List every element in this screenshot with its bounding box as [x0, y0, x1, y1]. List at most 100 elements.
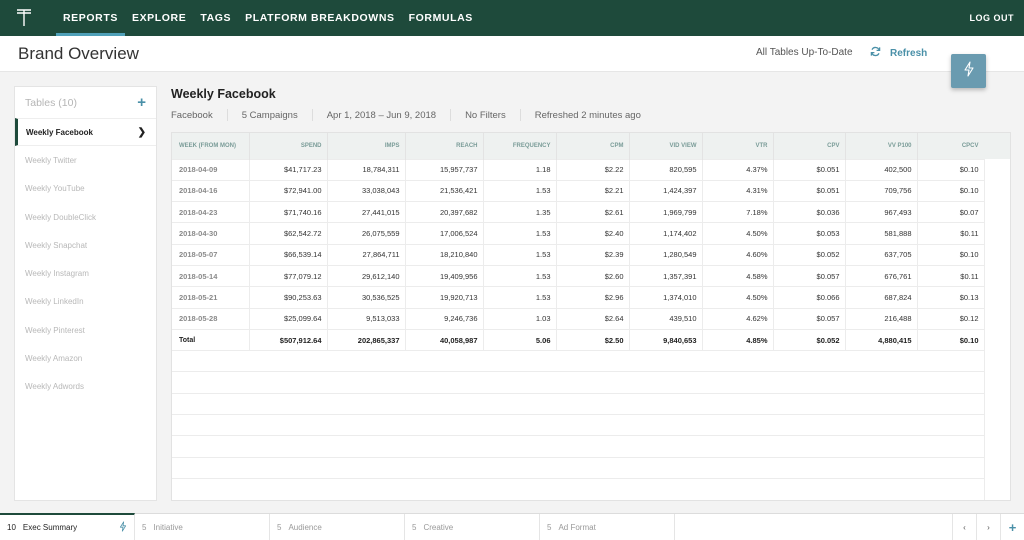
sidebar-item-weekly-snapchat[interactable]: Weekly Snapchat — [15, 231, 156, 259]
table-cell: $66,539.14 — [249, 243, 328, 266]
table-cell: 1.03 — [483, 307, 557, 330]
table-cell: $2.64 — [556, 307, 630, 330]
table-cell: 676,761 — [845, 264, 918, 287]
table-cell: 581,888 — [845, 222, 918, 245]
tab-label: Creative — [423, 523, 454, 532]
table-cell: $2.40 — [556, 222, 630, 245]
table-cell: 1.18 — [483, 158, 557, 181]
nav-tab-tags[interactable]: TAGS — [193, 0, 238, 36]
table-cell: 33,038,043 — [327, 179, 406, 202]
logout-button[interactable]: LOG OUT — [970, 13, 1015, 23]
table-cell: $72,941.00 — [249, 179, 328, 202]
sidebar-item-weekly-twitter[interactable]: Weekly Twitter — [15, 146, 156, 174]
bottom-tab-bar: 10 Exec Summary 5 Initiative 5 Audience … — [0, 513, 1024, 540]
add-table-button[interactable]: + — [137, 95, 146, 110]
empty-row — [172, 435, 984, 458]
week-cell: 2018-04-30 — [172, 222, 250, 245]
total-cell: 5.06 — [483, 328, 557, 351]
logo-icon[interactable] — [0, 0, 48, 36]
table-row: 2018-05-14 $77,079.12 29,612,140 19,409,956… — [172, 264, 985, 287]
table-cell: 9,513,033 — [327, 307, 406, 330]
sidebar-item-weekly-linkedin[interactable]: Weekly LinkedIn — [15, 288, 156, 316]
table-row: 2018-05-28 $25,099.64 9,513,033 9,246,736 1.… — [172, 307, 985, 330]
sidebar-header: Tables (10) + — [15, 87, 156, 118]
empty-row — [172, 414, 984, 436]
column-header[interactable]: CPCV — [917, 133, 985, 159]
sidebar-item-weekly-doubleclick[interactable]: Weekly DoubleClick — [15, 203, 156, 231]
sidebar-item-weekly-amazon[interactable]: Weekly Amazon — [15, 344, 156, 372]
column-header[interactable]: VID VIEW — [629, 133, 703, 159]
table-body: 2018-04-09 $41,717.23 18,784,311 15,957,737… — [172, 158, 985, 500]
tab-label: Exec Summary — [22, 523, 78, 532]
column-header[interactable]: CPM — [556, 133, 630, 159]
table-cell: 1,174,402 — [629, 222, 703, 245]
total-cell: 202,865,337 — [327, 328, 406, 351]
column-header[interactable]: VTR — [702, 133, 774, 159]
table-cell: $62,542.72 — [249, 222, 328, 245]
column-header[interactable]: REACH — [405, 133, 484, 159]
empty-cell — [172, 456, 984, 479]
table-cell: $2.22 — [556, 158, 630, 181]
filter-platform[interactable]: Facebook — [171, 109, 227, 121]
table-cell: 4.50% — [702, 222, 774, 245]
week-cell: 2018-05-21 — [172, 286, 250, 309]
filter-date-range[interactable]: Apr 1, 2018 – Jun 9, 2018 — [311, 109, 450, 121]
next-tab-button[interactable]: › — [976, 514, 1000, 540]
empty-cell — [172, 477, 984, 500]
table-cell: 820,595 — [629, 158, 703, 181]
previous-tab-button[interactable]: ‹ — [952, 514, 976, 540]
bottom-tab-exec-summary[interactable]: 10 Exec Summary — [0, 513, 135, 540]
sidebar-item-weekly-pinterest[interactable]: Weekly Pinterest — [15, 316, 156, 344]
week-cell: 2018-05-07 — [172, 243, 250, 266]
tab-label: Ad Format — [558, 523, 596, 532]
week-cell: 2018-04-23 — [172, 201, 250, 223]
tab-count: 5 — [277, 523, 282, 532]
table-row: 2018-04-09 $41,717.23 18,784,311 15,957,737… — [172, 158, 985, 181]
sidebar-item-weekly-facebook[interactable]: Weekly Facebook ❯ — [15, 118, 156, 147]
add-tab-button[interactable]: + — [1000, 514, 1024, 540]
column-header[interactable]: VV P100 — [845, 133, 918, 159]
nav-tab-reports[interactable]: REPORTS — [56, 0, 125, 36]
table-cell: 216,488 — [845, 307, 918, 330]
column-header[interactable]: CPV — [773, 133, 846, 159]
tab-label: Initiative — [153, 523, 183, 532]
column-header[interactable]: WEEK (FROM MON) — [172, 133, 250, 159]
table-cell: 27,441,015 — [327, 201, 406, 223]
tab-count: 5 — [412, 523, 417, 532]
table-cell: 9,246,736 — [405, 307, 484, 330]
sidebar-item-label: Weekly Twitter — [25, 155, 77, 165]
table-cell: 402,500 — [845, 158, 918, 181]
empty-row — [172, 350, 984, 372]
nav-tab-formulas[interactable]: FORMULAS — [402, 0, 480, 36]
sidebar-item-label: Weekly Instagram — [25, 269, 89, 279]
empty-cell — [172, 371, 984, 394]
report-filters: Facebook 5 Campaigns Apr 1, 2018 – Jun 9… — [171, 109, 655, 121]
column-header[interactable]: FREQUENCY — [483, 133, 557, 159]
sidebar-item-label: Weekly Pinterest — [25, 325, 85, 335]
bottom-tab-audience[interactable]: 5 Audience — [270, 514, 405, 540]
table-cell: 1.53 — [483, 222, 557, 245]
column-header[interactable]: IMPS — [327, 133, 406, 159]
refresh-button[interactable]: Refresh — [870, 46, 927, 60]
sidebar-item-weekly-adwords[interactable]: Weekly Adwords — [15, 373, 156, 401]
filter-filters[interactable]: No Filters — [450, 109, 520, 121]
sidebar-item-weekly-instagram[interactable]: Weekly Instagram — [15, 259, 156, 287]
table-row: 2018-04-16 $72,941.00 33,038,043 21,536,421… — [172, 179, 985, 202]
bottom-tab-ad-format[interactable]: 5 Ad Format — [540, 514, 675, 540]
table-cell: 26,075,559 — [327, 222, 406, 245]
empty-row — [172, 371, 984, 394]
table-cell: 7.18% — [702, 201, 774, 223]
table-cell: $0.11 — [917, 222, 985, 245]
nav-tab-explore[interactable]: EXPLORE — [125, 0, 193, 36]
bottom-tab-creative[interactable]: 5 Creative — [405, 514, 540, 540]
bottom-tab-initiative[interactable]: 5 Initiative — [135, 514, 270, 540]
sidebar-item-label: Weekly DoubleClick — [25, 212, 96, 222]
quick-action-button[interactable] — [951, 54, 986, 88]
total-cell: 4,880,415 — [845, 328, 918, 351]
sidebar-item-weekly-youtube[interactable]: Weekly YouTube — [15, 175, 156, 203]
table-cell: $2.61 — [556, 201, 630, 223]
filter-campaigns[interactable]: 5 Campaigns — [226, 109, 312, 121]
nav-tab-platform-breakdowns[interactable]: PLATFORM BREAKDOWNS — [238, 0, 401, 36]
empty-row — [172, 392, 984, 415]
column-header[interactable]: SPEND — [249, 133, 328, 159]
